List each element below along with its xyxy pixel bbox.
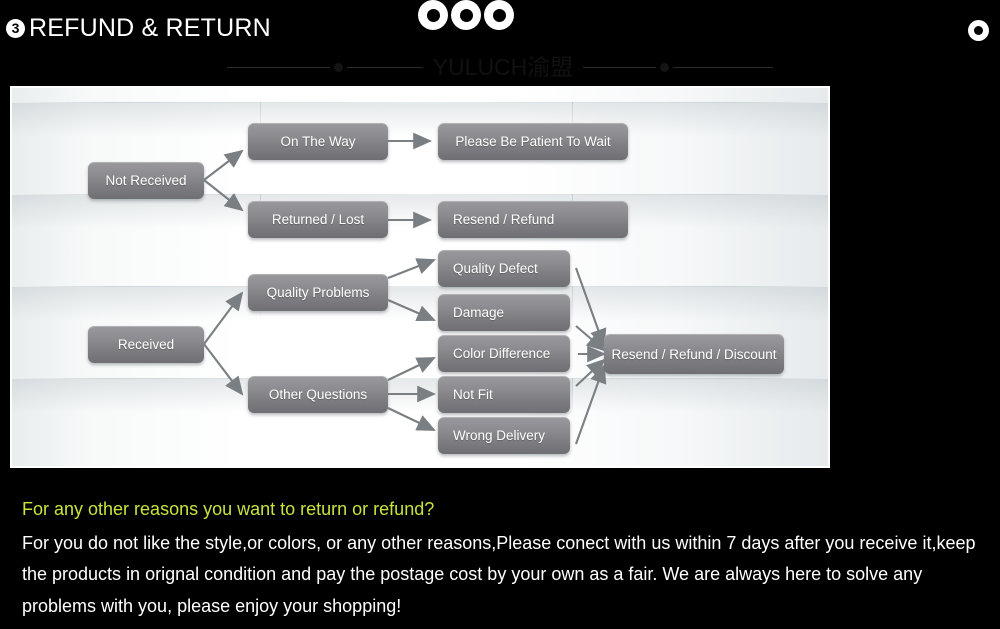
flowchart-connectors bbox=[203, 132, 607, 445]
node-label: Not Fit bbox=[453, 387, 493, 402]
node-label: Please Be Patient To Wait bbox=[455, 134, 611, 149]
promo-banner: 3 REFUND & RETURN YULUCH渝盟 Not Received … bbox=[0, 0, 1000, 629]
node-wrong-delivery[interactable]: Wrong Delivery bbox=[438, 417, 570, 454]
node-not-fit[interactable]: Not Fit bbox=[438, 376, 570, 413]
footer-section: For any other reasons you want to return… bbox=[0, 484, 1000, 629]
flowchart-panel: Not Received Received On The Way Returne… bbox=[10, 86, 830, 468]
node-label: Resend / Refund / Discount bbox=[611, 346, 777, 362]
divider-line bbox=[226, 66, 330, 68]
bullet-dot-icon bbox=[660, 62, 670, 72]
node-quality-defect[interactable]: Quality Defect bbox=[438, 250, 570, 287]
node-received[interactable]: Received bbox=[88, 326, 204, 363]
node-damage[interactable]: Damage bbox=[438, 294, 570, 331]
footer-body: For you do not like the style,or colors,… bbox=[22, 532, 976, 616]
node-not-received[interactable]: Not Received bbox=[88, 162, 204, 199]
node-resend-refund[interactable]: Resend / Refund bbox=[438, 201, 628, 238]
circle-ring-icon bbox=[968, 20, 989, 41]
circle-ring-icon bbox=[418, 0, 448, 30]
node-label: Color Difference bbox=[453, 346, 551, 361]
circle-ring-icon bbox=[451, 0, 481, 30]
node-returned-lost[interactable]: Returned / Lost bbox=[248, 201, 388, 238]
header-decor-dots bbox=[418, 0, 514, 30]
node-resend-refund-discount[interactable]: Resend / Refund / Discount bbox=[604, 334, 784, 374]
node-label: Resend / Refund bbox=[453, 212, 555, 227]
node-quality-problems[interactable]: Quality Problems bbox=[248, 274, 388, 311]
node-on-the-way[interactable]: On The Way bbox=[248, 123, 388, 160]
page-title: 3 REFUND & RETURN bbox=[6, 12, 271, 45]
page-title-text: REFUND & RETURN bbox=[29, 14, 271, 42]
footer-question: For any other reasons you want to return… bbox=[22, 499, 435, 519]
node-label: On The Way bbox=[280, 134, 356, 149]
node-label: Quality Problems bbox=[266, 285, 370, 300]
node-color-difference[interactable]: Color Difference bbox=[438, 335, 570, 372]
bullet-dot-icon bbox=[333, 62, 343, 72]
node-label: Damage bbox=[453, 305, 505, 320]
node-other-questions[interactable]: Other Questions bbox=[248, 376, 388, 413]
brand-divider: YULUCH渝盟 bbox=[0, 50, 1000, 84]
node-label: Not Received bbox=[105, 173, 187, 188]
node-label: Returned / Lost bbox=[271, 212, 365, 227]
circle-ring-icon bbox=[484, 0, 514, 30]
divider-line bbox=[673, 66, 774, 68]
node-label: Wrong Delivery bbox=[453, 428, 546, 443]
divider-line bbox=[346, 66, 423, 68]
node-please-be-patient[interactable]: Please Be Patient To Wait bbox=[438, 123, 628, 160]
node-label: Other Questions bbox=[268, 387, 368, 402]
node-label: Received bbox=[117, 337, 175, 352]
node-label: Quality Defect bbox=[453, 261, 538, 276]
brand-name: YULUCH渝盟 bbox=[432, 53, 574, 80]
step-number-badge: 3 bbox=[6, 19, 25, 38]
flowchart-canvas: Not Received Received On The Way Returne… bbox=[12, 88, 828, 466]
divider-line bbox=[583, 66, 657, 68]
